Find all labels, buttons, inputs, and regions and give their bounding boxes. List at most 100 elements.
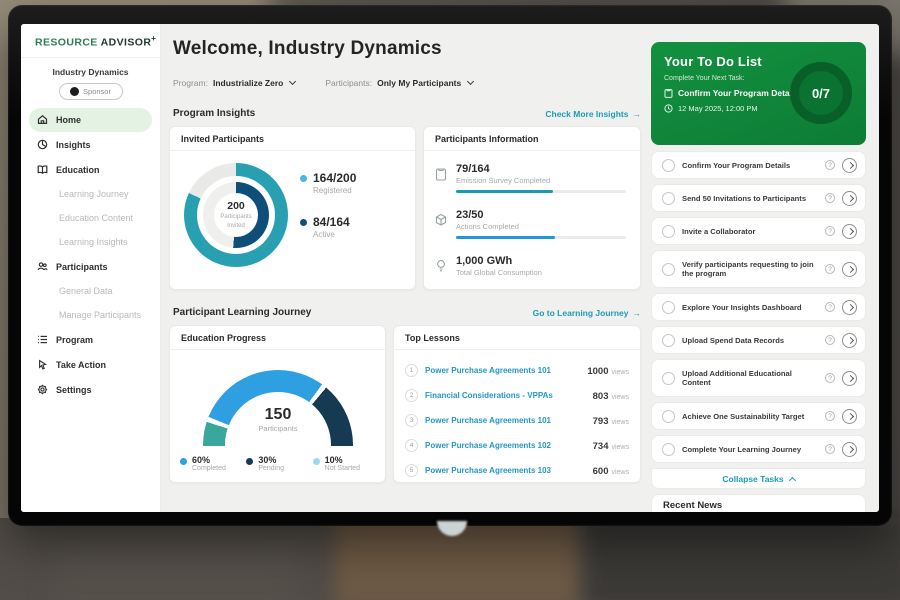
- checkbox-icon[interactable]: [662, 372, 675, 385]
- chevron-right-icon[interactable]: [842, 333, 857, 348]
- lesson-link[interactable]: Power Purchase Agreements 101: [425, 416, 586, 425]
- program-label: Program:: [173, 78, 208, 88]
- collapse-tasks-button[interactable]: Collapse Tasks: [651, 468, 866, 489]
- chevron-down-icon: [289, 78, 296, 85]
- chevron-right-icon[interactable]: [842, 224, 857, 239]
- logo-advisor: ADVISOR: [101, 37, 152, 49]
- sidebar-item-participants[interactable]: Participants: [29, 255, 152, 279]
- task-row-achieve-target[interactable]: Achieve One Sustainability Target ?: [651, 402, 866, 430]
- checkbox-icon[interactable]: [662, 192, 675, 205]
- checkbox-icon[interactable]: [662, 334, 675, 347]
- legend-label: Pending: [258, 465, 284, 472]
- lesson-row: 3 Power Purchase Agreements 101 793views: [405, 408, 629, 432]
- sidebar-item-program[interactable]: Program: [29, 328, 152, 352]
- lesson-row: 5 Power Purchase Agreements 103 600views: [405, 458, 629, 482]
- stat-label: Total Global Consumption: [456, 268, 542, 277]
- checkbox-icon[interactable]: [662, 263, 675, 276]
- sidebar-item-label: General Data: [59, 286, 113, 296]
- lesson-link[interactable]: Power Purchase Agreements 103: [425, 466, 586, 475]
- question-icon: ?: [825, 264, 835, 274]
- task-label: Send 50 Invitations to Participants: [682, 194, 818, 203]
- checkbox-icon[interactable]: [662, 301, 675, 314]
- views-suffix: views: [611, 394, 629, 401]
- lesson-views: 793: [593, 416, 609, 427]
- legend-completed: 60% Completed: [180, 455, 246, 472]
- task-row-invite-collaborator[interactable]: Invite a Collaborator ?: [651, 217, 866, 245]
- todo-due-date: 12 May 2025, 12:00 PM: [678, 104, 758, 113]
- sponsor-label: Sponsor: [83, 87, 111, 96]
- legend-label: Not Started: [325, 465, 360, 472]
- section-title-program-insights: Program Insights: [173, 108, 255, 119]
- active-label: Active: [313, 230, 350, 239]
- stat-label: Actions Completed: [456, 222, 626, 231]
- insights-icon: [37, 139, 48, 150]
- task-row-explore-insights[interactable]: Explore Your Insights Dashboard ?: [651, 293, 866, 321]
- education-gauge-chart: 150 Participants: [203, 370, 353, 446]
- legend-dot-icon: [246, 458, 253, 465]
- sponsor-badge[interactable]: Sponsor: [59, 83, 123, 100]
- card-title: Top Lessons: [394, 326, 640, 350]
- actions-icon: [435, 209, 448, 239]
- legend-dot-icon: [180, 458, 187, 465]
- views-suffix: views: [611, 419, 629, 426]
- sidebar-item-label: Learning Journey: [59, 189, 129, 199]
- question-icon: ?: [825, 335, 835, 345]
- participants-information-card: Participants Information 79/164 Emission…: [423, 126, 641, 290]
- sidebar-item-manage-participants[interactable]: Manage Participants: [29, 304, 152, 327]
- legend-label: Completed: [192, 465, 226, 472]
- app-logo: RESOURCE ADVISOR+: [21, 24, 160, 58]
- chevron-right-icon[interactable]: [842, 371, 857, 386]
- task-row-complete-learning-journey[interactable]: Complete Your Learning Journey ?: [651, 435, 866, 463]
- recent-news-card: Recent News: [651, 494, 866, 512]
- sidebar-item-insights[interactable]: Insights: [29, 133, 152, 157]
- task-row-send-invitations[interactable]: Send 50 Invitations to Participants ?: [651, 184, 866, 212]
- legend-dot-icon: [313, 458, 320, 465]
- sidebar-item-label: Education: [56, 165, 100, 175]
- task-row-verify-participants[interactable]: Verify participants requesting to join t…: [651, 250, 866, 288]
- task-row-confirm-program[interactable]: Confirm Your Program Details ?: [651, 151, 866, 179]
- checkbox-icon[interactable]: [662, 410, 675, 423]
- checkbox-icon[interactable]: [662, 159, 675, 172]
- chevron-right-icon[interactable]: [842, 262, 857, 277]
- sidebar-item-education-content[interactable]: Education Content: [29, 207, 152, 230]
- monitor-bezel: RESOURCE ADVISOR+ Industry Dynamics Spon…: [8, 5, 892, 526]
- question-icon: ?: [825, 411, 835, 421]
- lesson-link[interactable]: Power Purchase Agreements 101: [425, 366, 580, 375]
- go-to-learning-journey-link[interactable]: Go to Learning Journey →: [533, 308, 641, 318]
- checkbox-icon[interactable]: [662, 225, 675, 238]
- task-row-upload-spend-data[interactable]: Upload Spend Data Records ?: [651, 326, 866, 354]
- lesson-views: 1000: [587, 366, 608, 377]
- sidebar-item-label: Manage Participants: [59, 310, 141, 320]
- lesson-link[interactable]: Financial Considerations - VPPAs: [425, 391, 586, 400]
- chevron-right-icon[interactable]: [842, 191, 857, 206]
- chevron-right-icon[interactable]: [842, 158, 857, 173]
- program-dropdown[interactable]: Program: Industrialize Zero: [173, 78, 295, 88]
- sidebar-item-take-action[interactable]: Take Action: [29, 353, 152, 377]
- views-suffix: views: [611, 369, 629, 376]
- gauge-center-value: 150: [203, 406, 353, 424]
- home-icon: [37, 114, 48, 125]
- chevron-right-icon[interactable]: [842, 300, 857, 315]
- views-suffix: views: [611, 469, 629, 476]
- checkbox-icon[interactable]: [662, 443, 675, 456]
- chevron-right-icon[interactable]: [842, 442, 857, 457]
- filter-bar: Program: Industrialize Zero Participants…: [173, 78, 473, 88]
- sidebar-item-settings[interactable]: Settings: [29, 378, 152, 402]
- sidebar-item-label: Home: [56, 115, 81, 125]
- participants-dropdown[interactable]: Participants: Only My Participants: [325, 78, 473, 88]
- sidebar-item-home[interactable]: Home: [29, 108, 152, 132]
- lesson-link[interactable]: Power Purchase Agreements 102: [425, 441, 586, 450]
- task-row-upload-educational-content[interactable]: Upload Additional Educational Content ?: [651, 359, 866, 397]
- legend-value: 30%: [258, 455, 284, 465]
- chevron-right-icon[interactable]: [842, 409, 857, 424]
- check-more-insights-link[interactable]: Check More Insights →: [545, 109, 641, 119]
- sidebar-item-education[interactable]: Education: [29, 158, 152, 182]
- sidebar-item-learning-insights[interactable]: Learning Insights: [29, 231, 152, 254]
- sidebar-item-general-data[interactable]: General Data: [29, 280, 152, 303]
- logo-plus: +: [151, 34, 156, 43]
- todo-progress-ring: 0/7: [790, 62, 852, 124]
- sidebar-item-learning-journey[interactable]: Learning Journey: [29, 183, 152, 206]
- legend-active: 84/164 Active: [300, 215, 356, 239]
- question-icon: ?: [825, 160, 835, 170]
- settings-icon: [37, 384, 48, 395]
